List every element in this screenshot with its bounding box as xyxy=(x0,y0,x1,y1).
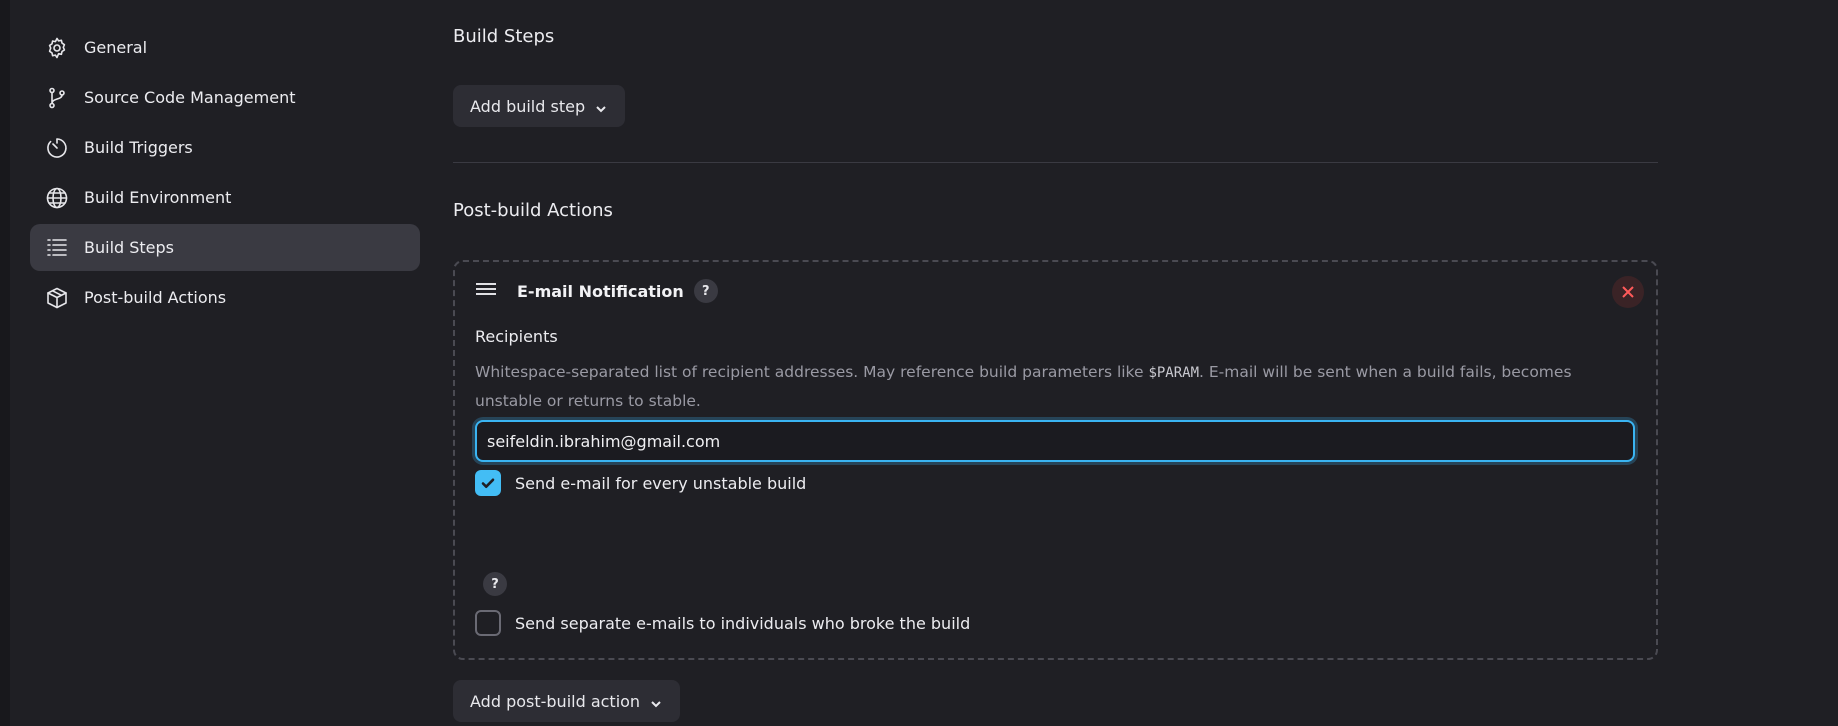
recipients-description: Whitespace-separated list of recipient a… xyxy=(475,363,1572,410)
unstable-build-checkbox[interactable] xyxy=(475,470,501,496)
config-sidebar: General Source Code Management Build Tri… xyxy=(30,24,420,324)
sidebar-item-build-environment[interactable]: Build Environment xyxy=(30,174,420,221)
gear-icon xyxy=(44,35,70,61)
sidebar-item-label: Post-build Actions xyxy=(84,288,227,307)
email-notification-help-button[interactable]: ? xyxy=(693,279,718,303)
separate-emails-checkbox-row[interactable]: Send separate e-mails to individuals who… xyxy=(475,610,970,636)
sidebar-item-label: Build Steps xyxy=(84,238,175,257)
sidebar-item-label: General xyxy=(84,38,148,57)
jenkins-job-config-page: General Source Code Management Build Tri… xyxy=(0,0,1838,726)
checkmark-icon xyxy=(481,478,495,488)
recipients-label: Recipients xyxy=(475,327,558,346)
add-build-step-button[interactable]: Add build step xyxy=(453,85,626,127)
add-build-step-label: Add build step xyxy=(470,96,586,116)
param-code: $PARAM xyxy=(1148,365,1200,381)
git-branch-icon xyxy=(44,85,70,111)
chevron-down-icon xyxy=(650,695,662,708)
separate-emails-checkbox[interactable] xyxy=(475,610,501,636)
recipients-input[interactable] xyxy=(475,420,1635,462)
add-post-build-action-label: Add post-build action xyxy=(470,691,641,711)
sidebar-item-build-triggers[interactable]: Build Triggers xyxy=(30,124,420,171)
post-build-actions-heading: Post-build Actions xyxy=(453,200,613,221)
unstable-build-label: Send e-mail for every unstable build xyxy=(515,473,807,493)
sidebar-item-source-code-management[interactable]: Source Code Management xyxy=(30,74,420,121)
sidebar-item-label: Source Code Management xyxy=(84,88,296,107)
chevron-down-icon xyxy=(595,100,607,113)
card-header: E-mail Notification ? xyxy=(475,276,718,306)
email-notification-title: E-mail Notification xyxy=(517,281,684,301)
section-divider xyxy=(453,162,1658,163)
sidebar-item-build-steps[interactable]: Build Steps xyxy=(30,224,420,271)
sidebar-item-post-build-actions[interactable]: Post-build Actions xyxy=(30,274,420,321)
close-icon xyxy=(1622,286,1634,298)
sidebar-item-label: Build Environment xyxy=(84,188,232,207)
package-icon xyxy=(44,285,70,311)
email-notification-card: E-mail Notification ? Recipients Whitesp… xyxy=(453,260,1658,660)
left-edge-strip xyxy=(0,0,10,726)
timer-icon xyxy=(44,135,70,161)
separate-emails-help-button[interactable]: ? xyxy=(483,572,507,596)
globe-icon xyxy=(44,185,70,211)
separate-emails-label: Send separate e-mails to individuals who… xyxy=(515,613,971,633)
remove-action-button[interactable] xyxy=(1612,276,1644,308)
build-steps-heading: Build Steps xyxy=(453,26,555,47)
add-post-build-action-button[interactable]: Add post-build action xyxy=(453,680,681,722)
unstable-build-checkbox-row[interactable]: Send e-mail for every unstable build xyxy=(475,470,806,496)
drag-handle-icon[interactable] xyxy=(475,281,497,301)
sidebar-item-general[interactable]: General xyxy=(30,24,420,71)
sidebar-item-label: Build Triggers xyxy=(84,138,193,157)
list-icon xyxy=(44,235,70,261)
